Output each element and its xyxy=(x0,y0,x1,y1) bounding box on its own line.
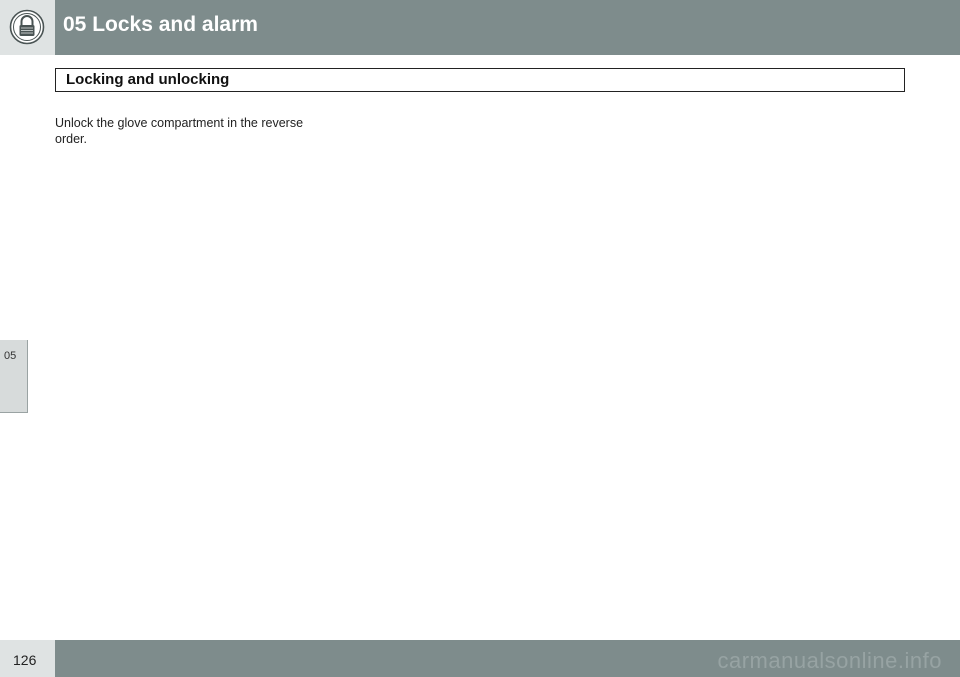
chapter-tab-label: 05 xyxy=(4,350,17,362)
header-bar: 05 Locks and alarm xyxy=(55,0,960,55)
section-heading-box: Locking and unlocking xyxy=(55,68,905,92)
page-number-box: 126 xyxy=(0,640,55,677)
chapter-icon-box xyxy=(0,0,55,55)
chapter-tab[interactable]: 05 xyxy=(0,340,28,413)
watermark: carmanualsonline.info xyxy=(717,648,942,673)
manual-page: 05 Locks and alarm Locking and unlocking… xyxy=(0,0,960,677)
padlock-icon xyxy=(9,9,45,45)
section-title: Locking and unlocking xyxy=(66,71,230,88)
footer-bar: carmanualsonline.info xyxy=(55,640,960,677)
page-number: 126 xyxy=(13,652,37,668)
body-paragraph: Unlock the glove compartment in the reve… xyxy=(55,116,304,146)
chapter-title: 05 Locks and alarm xyxy=(63,13,258,36)
